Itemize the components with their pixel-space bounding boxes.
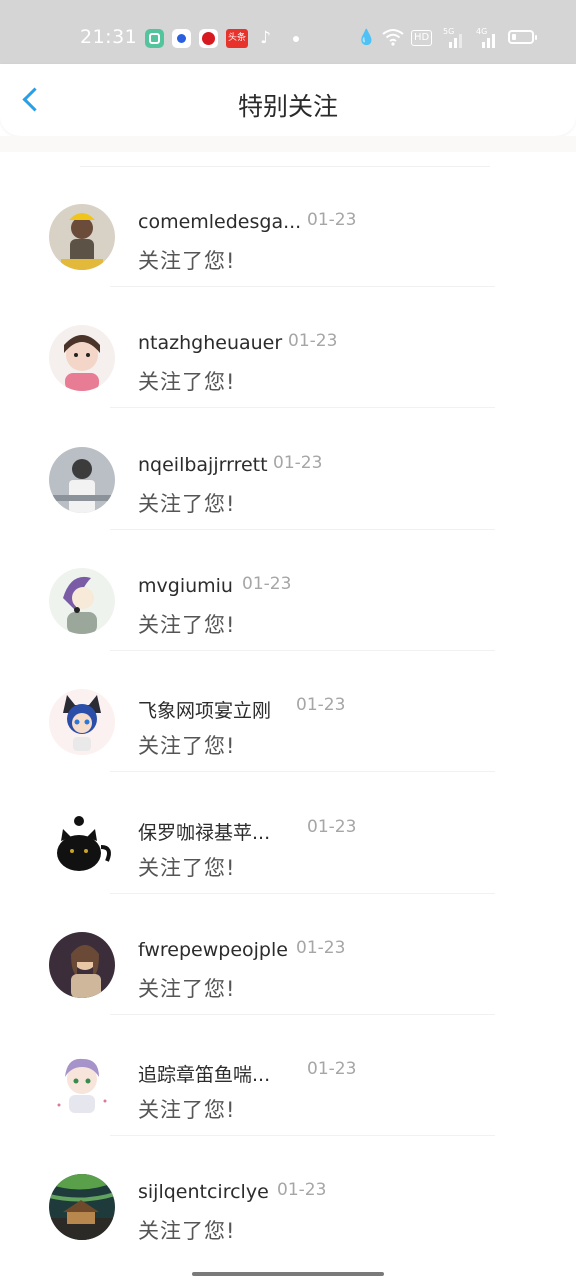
baidu-icon (172, 29, 191, 48)
home-indicator[interactable] (192, 1272, 384, 1276)
avatar[interactable] (49, 325, 115, 392)
video-app-icon (199, 29, 218, 48)
notification-date: 01-23 (277, 1180, 327, 1201)
status-time: 21:31 (80, 26, 138, 48)
username[interactable]: sijlqentcirclye (138, 1181, 269, 1203)
username[interactable]: 飞象网项宴立刚 (138, 696, 271, 723)
notification-item[interactable]: 保罗咖禄基苹... 01-23 关注了您! (0, 759, 576, 894)
username[interactable]: nqeilbajjrrrett (138, 454, 268, 476)
nav-bar: 特别关注 (0, 64, 576, 136)
notification-date: 01-23 (242, 573, 292, 594)
signal-5g-icon: 5G (443, 28, 465, 48)
notification-date: 01-23 (273, 452, 323, 473)
avatar[interactable] (49, 931, 115, 998)
wifi-icon (382, 28, 404, 50)
username[interactable]: 保罗咖禄基苹... (138, 818, 270, 845)
notification-message: 关注了您! (138, 249, 236, 273)
avatar[interactable] (49, 204, 115, 270)
notification-item[interactable]: comemledesga... 01-23 关注了您! (0, 152, 576, 287)
water-drop-icon: 💧 (357, 28, 376, 46)
notification-date: 01-23 (288, 331, 338, 352)
notification-message: 关注了您! (138, 491, 236, 516)
notification-date: 01-23 (296, 937, 346, 958)
avatar[interactable] (49, 1053, 115, 1120)
username[interactable]: ntazhgheuauer (138, 332, 282, 354)
notification-date: 01-23 (307, 816, 357, 837)
username[interactable]: mvgiumiu (138, 575, 233, 597)
notification-message: 关注了您! (138, 1219, 236, 1244)
notification-message: 关注了您! (138, 612, 236, 637)
notification-message: 关注了您! (138, 976, 236, 1001)
username[interactable]: comemledesga... (138, 211, 301, 233)
avatar[interactable] (49, 810, 115, 877)
notification-item[interactable]: 追踪章笛鱼喘... 01-23 关注了您! (0, 1001, 576, 1137)
status-bar: 21:31 头条 ♪ 💧 HD 5G 4G (0, 0, 576, 64)
notification-date: 01-23 (296, 695, 346, 716)
signal-4g-icon: 4G (476, 28, 498, 48)
battery-icon (508, 30, 537, 44)
more-notifications-dot-icon (293, 36, 299, 42)
notification-date: 01-23 (307, 210, 357, 230)
avatar[interactable] (49, 1174, 115, 1241)
notification-message: 关注了您! (138, 855, 236, 880)
notification-item[interactable]: mvgiumiu 01-23 关注了您! (0, 516, 576, 651)
username[interactable]: fwrepewpeojple (138, 939, 288, 961)
notification-item[interactable]: ntazhgheuauer 01-23 关注了您! (0, 273, 576, 409)
avatar[interactable] (49, 567, 115, 634)
avatar[interactable] (49, 446, 115, 513)
notification-message: 关注了您! (138, 1098, 236, 1123)
chat-app-icon (145, 29, 164, 48)
tiktok-icon: ♪ (260, 28, 271, 48)
notification-item[interactable]: sijlqentcirclye 01-23 关注了您! (0, 1122, 576, 1243)
notification-item[interactable]: 飞象网项宴立刚 01-23 关注了您! (0, 637, 576, 773)
username[interactable]: 追踪章笛鱼喘... (138, 1060, 270, 1087)
toutiao-icon: 头条 (226, 29, 248, 48)
header-divider (0, 136, 576, 152)
notification-item[interactable]: fwrepewpeojple 01-23 关注了您! (0, 880, 576, 1015)
notification-date: 01-23 (307, 1059, 357, 1080)
notification-message: 关注了您! (138, 370, 236, 395)
notification-item[interactable]: nqeilbajjrrrett 01-23 关注了您! (0, 395, 576, 530)
hd-icon: HD (411, 30, 433, 46)
notification-message: 关注了您! (138, 734, 236, 759)
page-title: 特别关注 (237, 92, 338, 121)
avatar[interactable] (49, 689, 115, 756)
